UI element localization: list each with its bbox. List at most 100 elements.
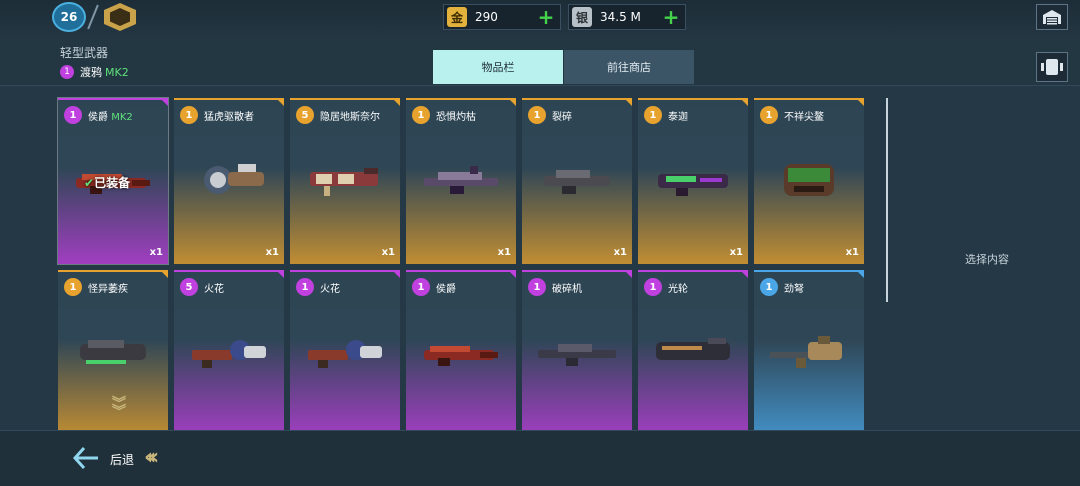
drum-gun-icon <box>204 164 264 194</box>
item-quantity: x1 <box>497 247 511 258</box>
inventory-item-card[interactable]: 1 裂碎 x1 <box>522 98 632 264</box>
rank-emblem-icon[interactable] <box>104 3 136 31</box>
dark-blaster-icon <box>544 170 610 194</box>
inventory-item-card[interactable]: 1 恐惧灼枯 x1 <box>406 98 516 264</box>
heavy-cannon-icon <box>656 338 730 360</box>
item-rank-badge: 1 <box>644 278 662 296</box>
inventory-item-card[interactable]: 1 破碎机 <box>522 270 632 436</box>
rarity-corner <box>740 98 748 106</box>
rarity-corner <box>276 270 284 278</box>
rarity-stripe <box>174 98 284 100</box>
item-name: 恐惧灼枯 <box>436 108 476 123</box>
tab-go-to-shop[interactable]: 前往商店 <box>564 50 694 84</box>
inventory-item-card[interactable]: 1 火花 <box>290 270 400 436</box>
item-name: 光轮 <box>668 280 688 295</box>
rarity-corner <box>392 98 400 106</box>
garage-button[interactable] <box>1036 4 1068 30</box>
item-name: 不祥尖鳌 <box>784 108 824 123</box>
player-level-badge[interactable]: 26 <box>52 2 86 32</box>
back-button[interactable]: 后退 <box>110 451 134 468</box>
divider-slash <box>87 4 99 30</box>
item-name-text: 恐惧灼枯 <box>436 112 476 123</box>
gold-currency: 金 290 + <box>443 4 561 30</box>
item-rank-badge: 1 <box>528 106 546 124</box>
inventory-item-card[interactable]: 1 劲弩 <box>754 270 864 436</box>
silver-currency: 银 34.5 M + <box>568 4 686 30</box>
item-rank-badge: 1 <box>64 106 82 124</box>
purple-rifle-icon <box>424 166 498 194</box>
item-name-text: 隐居地斯奈尔 <box>320 112 380 123</box>
item-name: 猛虎驱散者 <box>204 108 254 123</box>
item-name: 隐居地斯奈尔 <box>320 108 380 123</box>
inventory-item-card[interactable]: 1 不祥尖鳌 x1 <box>754 98 864 264</box>
player-level: 26 <box>60 10 78 24</box>
item-name-text: 猛虎驱散者 <box>204 112 254 123</box>
rarity-stripe <box>174 270 284 272</box>
silver-coin-icon: 银 <box>572 7 592 27</box>
rarity-stripe <box>290 270 400 272</box>
item-rank-badge: 1 <box>412 278 430 296</box>
item-name-text: 怪异萎疾 <box>88 284 128 295</box>
item-rank-badge: 1 <box>644 106 662 124</box>
rarity-stripe <box>638 98 748 100</box>
rarity-stripe <box>58 98 168 100</box>
rarity-corner <box>160 98 168 106</box>
item-name: 侯爵 MK2 <box>88 108 133 123</box>
item-mark: MK2 <box>111 112 133 123</box>
scroll-down-chevron-icon[interactable]: ︾ ︾ <box>112 397 126 419</box>
item-quantity: x1 <box>265 247 279 258</box>
rarity-corner <box>624 270 632 278</box>
inventory-item-card[interactable]: 1 猛虎驱散者 x1 <box>174 98 284 264</box>
inventory-item-card[interactable]: 1 泰迦 x1 <box>638 98 748 264</box>
item-name: 劲弩 <box>784 280 804 295</box>
equipped-badge: ✔已装备 <box>84 174 130 191</box>
pod-launcher-icon <box>784 164 834 196</box>
scrollbar[interactable] <box>886 98 888 302</box>
green-blaster-icon <box>658 174 728 196</box>
inventory-item-card[interactable]: 1 侯爵 MK2 ✔已装备 x1 <box>57 97 169 265</box>
rarity-stripe <box>754 270 864 272</box>
inventory-item-card[interactable]: 5 火花 <box>174 270 284 436</box>
rarity-corner <box>624 98 632 106</box>
rarity-corner <box>508 270 516 278</box>
inventory-item-card[interactable]: 5 隐居地斯奈尔 x1 <box>290 98 400 264</box>
select-content-hint: 选择内容 <box>965 253 1009 266</box>
inventory-item-card[interactable]: 1 侯爵 <box>406 270 516 436</box>
rarity-corner <box>276 98 284 106</box>
item-rank-badge: 1 <box>64 278 82 296</box>
rarity-stripe <box>638 270 748 272</box>
rarity-stripe <box>58 270 168 272</box>
item-rank-badge: 1 <box>528 278 546 296</box>
item-quantity: x1 <box>729 247 743 258</box>
bottom-bar: 后退 ‹‹‹ <box>0 430 1080 486</box>
loadout-icon <box>1041 59 1063 75</box>
garage-icon <box>1043 10 1061 25</box>
back-arrow-icon[interactable] <box>72 445 100 471</box>
item-name-text: 破碎机 <box>552 284 582 295</box>
tesla-gun-icon <box>308 340 382 368</box>
add-silver-button[interactable]: + <box>661 7 681 27</box>
item-quantity: x1 <box>845 247 859 258</box>
item-name: 侯爵 <box>436 280 456 295</box>
rarity-stripe <box>406 98 516 100</box>
item-quantity: x1 <box>149 247 163 258</box>
add-gold-button[interactable]: + <box>536 7 556 27</box>
current-weapon-rank: 1 <box>60 65 74 79</box>
crossbow-gun-icon <box>770 336 842 368</box>
rarity-stripe <box>522 270 632 272</box>
inventory-item-card[interactable]: 1 光轮 <box>638 270 748 436</box>
rarity-stripe <box>754 98 864 100</box>
item-quantity: x1 <box>613 247 627 258</box>
toxic-launcher-icon <box>80 340 146 364</box>
rarity-stripe <box>290 98 400 100</box>
tab-inventory[interactable]: 物品栏 <box>433 50 563 84</box>
rarity-corner <box>856 98 864 106</box>
item-rank-badge: 1 <box>296 278 314 296</box>
loadout-button[interactable] <box>1036 52 1068 82</box>
item-rank-badge: 1 <box>180 106 198 124</box>
ornate-rifle-icon <box>310 168 378 196</box>
item-name-text: 侯爵 <box>88 112 108 123</box>
item-rank-badge: 5 <box>180 278 198 296</box>
current-weapon-name: 渡鸦 <box>80 66 102 79</box>
item-name-text: 侯爵 <box>436 284 456 295</box>
